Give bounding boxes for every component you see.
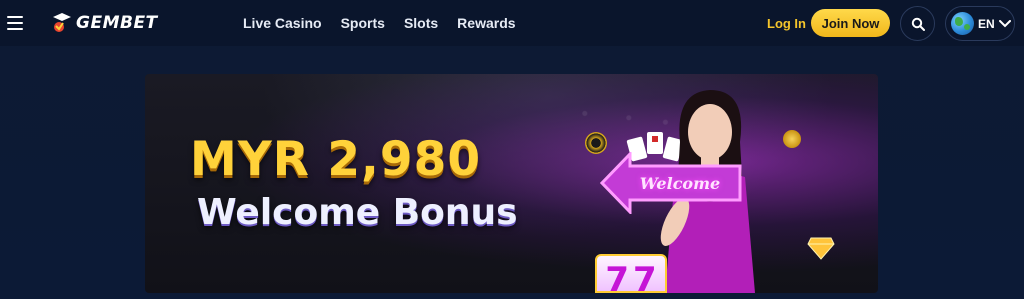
nav-sports[interactable]: Sports: [341, 15, 385, 31]
logo-mark-icon: [50, 11, 74, 35]
bonus-title: Welcome Bonus: [197, 192, 518, 233]
slot-symbol: 7: [633, 259, 657, 293]
slot-machine-symbols: 7 7: [595, 254, 667, 293]
nav-rewards[interactable]: Rewards: [457, 15, 515, 31]
main-nav: Live Casino Sports Slots Rewards: [243, 0, 516, 46]
language-label: EN: [978, 16, 995, 31]
casino-chip-icon: [585, 132, 607, 154]
search-icon: [911, 17, 925, 31]
chevron-down-icon: [998, 19, 1011, 27]
diamond-icon: [807, 237, 835, 260]
slot-symbol: 7: [605, 259, 629, 293]
welcome-bonus-banner[interactable]: MYR 2,980 Welcome Bonus Welcome 7 7: [145, 74, 878, 293]
logo-text: GEMBET: [76, 13, 158, 33]
welcome-sign-text: Welcome: [639, 174, 721, 193]
search-button[interactable]: [900, 6, 935, 41]
login-link[interactable]: Log In: [767, 16, 806, 31]
hamburger-menu-icon[interactable]: [7, 16, 23, 30]
top-header: GEMBET Live Casino Sports Slots Rewards …: [0, 0, 1024, 46]
join-now-button[interactable]: Join Now: [811, 9, 890, 37]
language-selector[interactable]: EN: [945, 6, 1015, 41]
nav-live-casino[interactable]: Live Casino: [243, 15, 322, 31]
nav-slots[interactable]: Slots: [404, 15, 438, 31]
site-logo[interactable]: GEMBET: [50, 11, 174, 35]
globe-icon: [951, 12, 974, 35]
gold-coin-icon: [783, 130, 801, 148]
bonus-amount: MYR 2,980: [190, 132, 482, 187]
